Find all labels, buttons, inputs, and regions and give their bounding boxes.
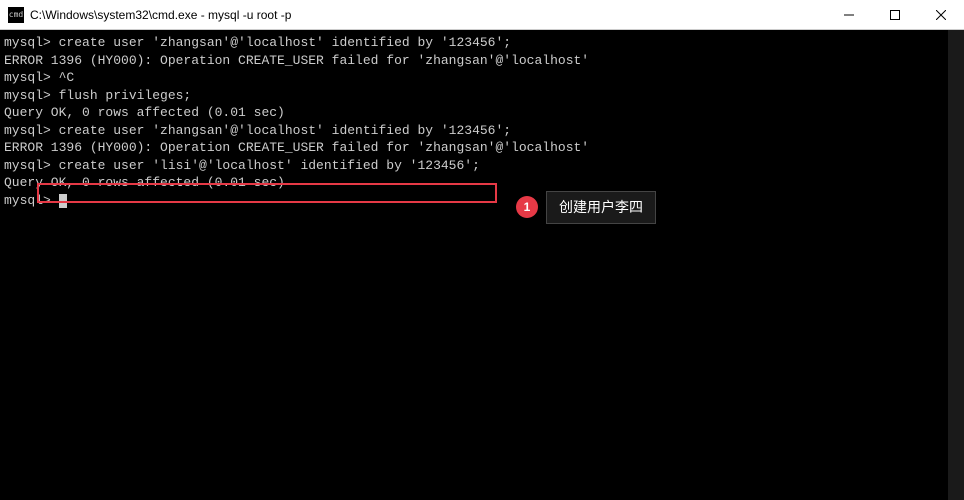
window-title: C:\Windows\system32\cmd.exe - mysql -u r… <box>30 8 826 22</box>
close-button[interactable] <box>918 0 964 29</box>
term-line: mysql> <box>0 192 964 210</box>
term-line: mysql> create user 'lisi'@'localhost' id… <box>0 157 964 175</box>
term-line: ERROR 1396 (HY000): Operation CREATE_USE… <box>0 139 964 157</box>
cmd-icon-text: cmd <box>9 10 23 19</box>
cmd-icon: cmd <box>8 7 24 23</box>
terminal-area[interactable]: mysql> create user 'zhangsan'@'localhost… <box>0 30 964 500</box>
term-line: mysql> create user 'zhangsan'@'localhost… <box>0 122 964 140</box>
scrollbar[interactable] <box>948 30 964 500</box>
term-line: Query OK, 0 rows affected (0.01 sec) <box>0 174 964 192</box>
cursor <box>59 194 67 208</box>
term-line: mysql> create user 'zhangsan'@'localhost… <box>0 34 964 52</box>
window-controls <box>826 0 964 29</box>
term-line: mysql> flush privileges; <box>0 87 964 105</box>
window-titlebar: cmd C:\Windows\system32\cmd.exe - mysql … <box>0 0 964 30</box>
annotation-label: 创建用户李四 <box>546 191 656 224</box>
term-line: Query OK, 0 rows affected (0.01 sec) <box>0 104 964 122</box>
term-line: ERROR 1396 (HY000): Operation CREATE_USE… <box>0 52 964 70</box>
term-line: mysql> ^C <box>0 69 964 87</box>
annotation-badge: 1 <box>516 196 538 218</box>
minimize-button[interactable] <box>826 0 872 29</box>
maximize-button[interactable] <box>872 0 918 29</box>
annotation-callout: 1 创建用户李四 <box>516 191 656 224</box>
